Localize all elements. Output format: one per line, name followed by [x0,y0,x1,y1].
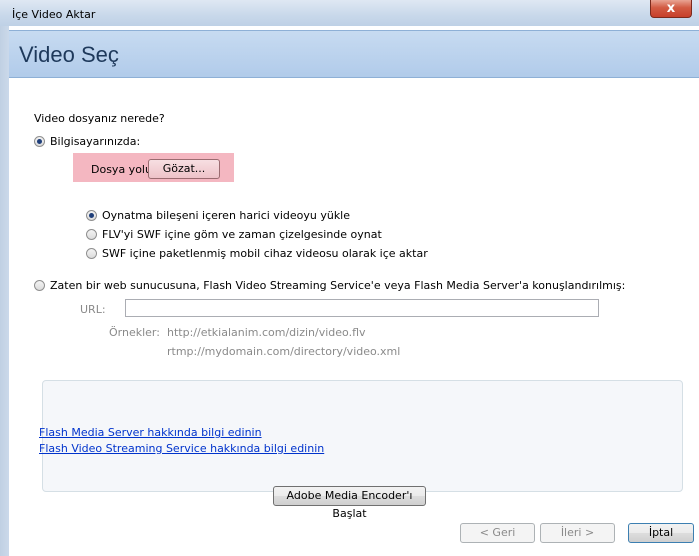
title-bar: İçe Video Aktar x [0,0,699,26]
close-button[interactable]: x [650,0,692,18]
radio-mobile-swf-label[interactable]: SWF içine paketlenmiş mobil cihaz videos… [102,247,428,260]
radio-embed-flv[interactable] [86,229,97,240]
examples-label: Örnekler: [109,326,160,339]
link-flash-video-streaming[interactable]: Flash Video Streaming Service hakkında b… [39,442,324,455]
file-path-label: Dosya yolu: [91,163,156,176]
radio-computer[interactable] [34,136,45,147]
link-flash-media-server[interactable]: Flash Media Server hakkında bilgi edinin [39,426,262,439]
example-url-1: http://etkialanim.com/dizin/video.flv [167,326,366,339]
back-button[interactable]: < Geri [460,523,535,543]
browse-button[interactable]: Gözat... [148,159,220,179]
window-title: İçe Video Aktar [12,8,96,21]
dialog-header: Video Seç [9,30,699,78]
dialog-body: Video Seç Video dosyanız nerede? Bilgisa… [9,26,699,556]
close-icon: x [666,1,676,16]
start-encoder-button[interactable]: Adobe Media Encoder'ı Başlat [273,486,426,520]
url-input[interactable] [125,299,599,317]
example-url-2: rtmp://mydomain.com/directory/video.xml [167,345,401,358]
radio-embed-flv-label[interactable]: FLV'yi SWF içine göm ve zaman çizelgesin… [102,228,382,241]
radio-web-server[interactable] [34,280,45,291]
page-title: Video Seç [19,42,119,67]
radio-web-server-label[interactable]: Zaten bir web sunucusuna, Flash Video St… [50,279,625,292]
radio-external-video[interactable] [86,210,97,221]
next-button[interactable]: İleri > [540,523,615,543]
url-label: URL: [80,303,106,316]
question-label: Video dosyanız nerede? [34,112,165,125]
radio-mobile-swf[interactable] [86,248,97,259]
window-frame-left [0,26,9,556]
radio-computer-label[interactable]: Bilgisayarınızda: [50,135,140,148]
cancel-button[interactable]: İptal [628,523,694,543]
radio-external-video-label[interactable]: Oynatma bileşeni içeren harici videoyu y… [102,209,350,222]
